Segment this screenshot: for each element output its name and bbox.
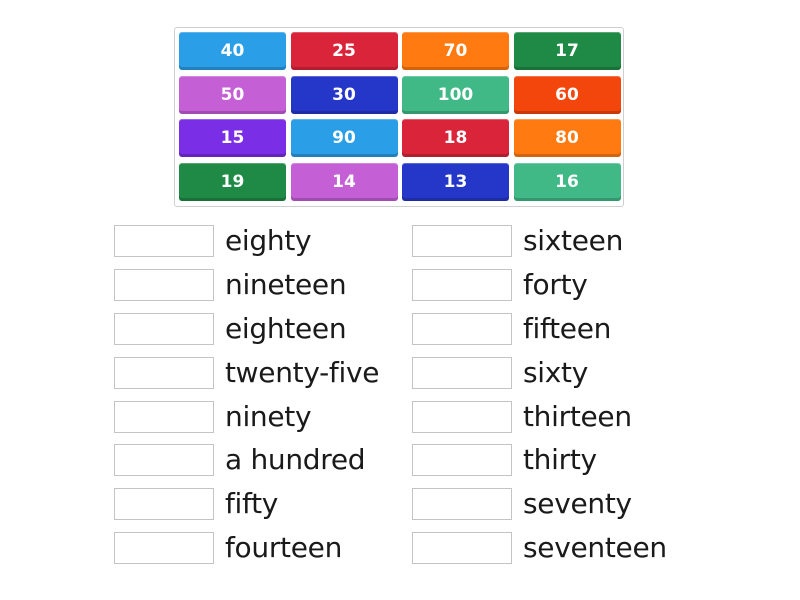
match-row: ninety xyxy=(114,400,312,434)
number-tile[interactable]: 17 xyxy=(513,32,621,70)
match-row: sixteen xyxy=(412,224,623,258)
drop-target-box[interactable] xyxy=(114,444,214,476)
drop-target-box[interactable] xyxy=(412,488,512,520)
number-tile[interactable]: 60 xyxy=(513,75,621,114)
drop-target-box[interactable] xyxy=(412,269,512,301)
match-row: seventeen xyxy=(412,531,667,565)
number-word-label: seventy xyxy=(523,487,632,520)
number-tile[interactable]: 90 xyxy=(290,119,398,157)
number-word-label: thirteen xyxy=(523,400,632,433)
number-tile[interactable]: 16 xyxy=(513,162,621,201)
number-tile[interactable]: 19 xyxy=(179,162,286,201)
match-row: eighteen xyxy=(114,312,347,346)
drop-target-box[interactable] xyxy=(412,313,512,345)
number-word-label: nineteen xyxy=(225,268,347,301)
match-row: thirty xyxy=(412,443,597,477)
number-word-label: sixteen xyxy=(523,224,624,257)
number-word-label: ninety xyxy=(225,400,312,433)
number-word-label: a hundred xyxy=(225,443,366,476)
match-row: forty xyxy=(412,268,588,302)
number-tile[interactable]: 18 xyxy=(402,119,509,157)
match-row: seventy xyxy=(412,487,632,521)
drop-target-box[interactable] xyxy=(114,488,214,520)
match-row: fourteen xyxy=(114,531,342,565)
number-word-label: seventeen xyxy=(523,531,667,564)
number-word-label: twenty-five xyxy=(225,356,380,389)
number-tile[interactable]: 70 xyxy=(402,32,509,70)
number-tile[interactable]: 100 xyxy=(402,75,509,114)
drop-target-box[interactable] xyxy=(114,401,214,433)
drop-target-box[interactable] xyxy=(114,313,214,345)
match-row: fifty xyxy=(114,487,278,521)
match-row: nineteen xyxy=(114,268,347,302)
number-word-label: eighteen xyxy=(225,312,347,345)
number-tile[interactable]: 15 xyxy=(179,119,286,157)
drop-target-box[interactable] xyxy=(412,401,512,433)
match-row: thirteen xyxy=(412,400,632,434)
number-word-label: fourteen xyxy=(225,531,343,564)
drop-target-box[interactable] xyxy=(114,532,214,564)
match-row: sixty xyxy=(412,356,588,390)
number-tile[interactable]: 14 xyxy=(290,162,398,201)
match-row: a hundred xyxy=(114,443,366,477)
drop-target-box[interactable] xyxy=(114,357,214,389)
number-tile[interactable]: 30 xyxy=(290,75,398,114)
number-word-label: thirty xyxy=(523,443,597,476)
drop-target-box[interactable] xyxy=(114,225,214,257)
drop-target-box[interactable] xyxy=(412,444,512,476)
number-word-label: fifty xyxy=(225,487,279,520)
number-tile[interactable]: 13 xyxy=(402,162,509,201)
match-row: fifteen xyxy=(412,312,611,346)
drop-target-box[interactable] xyxy=(412,357,512,389)
number-word-label: sixty xyxy=(523,356,588,389)
number-tile[interactable]: 40 xyxy=(179,32,286,70)
number-tile[interactable]: 25 xyxy=(290,32,398,70)
match-row: twenty-five xyxy=(114,356,379,390)
drop-target-box[interactable] xyxy=(114,269,214,301)
tile-board: 40 25 70 17 50 30 100 60 15 90 18 80 19 14 13 16 xyxy=(174,27,624,207)
number-word-label: fifteen xyxy=(523,312,612,345)
number-word-label: forty xyxy=(523,268,588,301)
number-tile[interactable]: 80 xyxy=(513,119,621,157)
number-tile[interactable]: 50 xyxy=(179,75,286,114)
match-row: eighty xyxy=(114,224,312,258)
drop-target-box[interactable] xyxy=(412,225,512,257)
drop-target-box[interactable] xyxy=(412,532,512,564)
number-word-label: eighty xyxy=(225,224,312,257)
